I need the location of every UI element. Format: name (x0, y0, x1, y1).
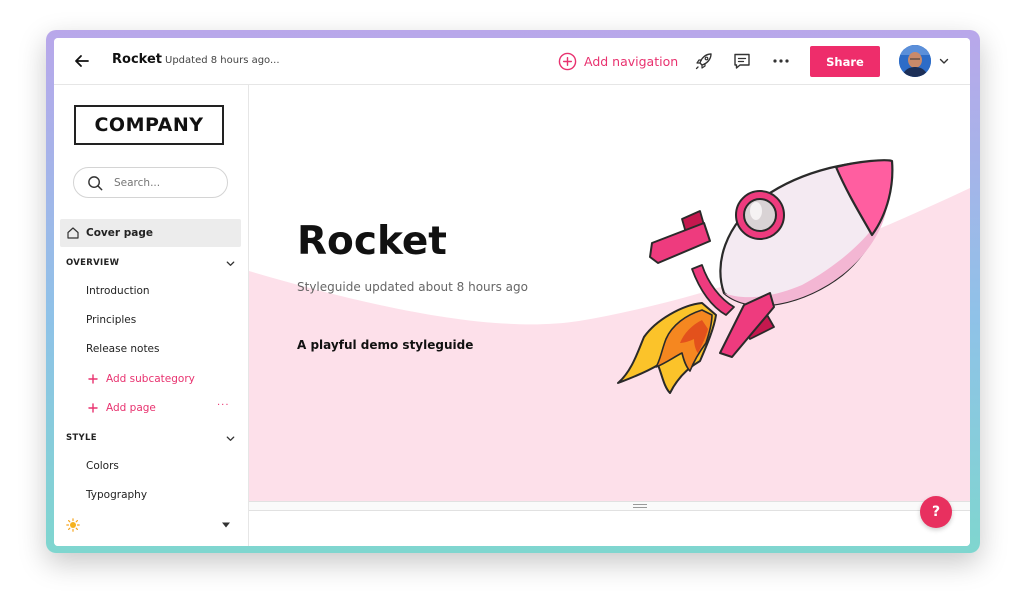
comment-icon[interactable] (732, 51, 752, 71)
theme-caret-down-icon[interactable] (221, 521, 231, 529)
section-overview-label: OVERVIEW (66, 258, 120, 268)
hero-subtitle: Styleguide updated about 8 hours ago (297, 280, 528, 294)
more-options-icon[interactable] (771, 51, 791, 71)
company-logo[interactable]: COMPANY (74, 105, 224, 145)
sidebar-item-introduction[interactable]: Introduction (86, 285, 150, 297)
user-avatar[interactable] (899, 45, 931, 77)
plus-icon (88, 403, 98, 413)
help-button[interactable]: ? (920, 496, 952, 528)
section-style-label: STYLE (66, 433, 97, 443)
sidebar-item-principles[interactable]: Principles (86, 314, 136, 326)
top-bar: Rocket Updated 8 hours ago... Add naviga… (54, 38, 970, 85)
search-box[interactable] (73, 167, 228, 198)
search-input[interactable] (114, 174, 214, 191)
sun-icon[interactable] (66, 518, 80, 532)
search-icon (88, 176, 103, 191)
main-content: Rocket Styleguide updated about 8 hours … (249, 85, 970, 546)
chevron-down-icon[interactable] (225, 258, 236, 269)
drag-handle-icon[interactable] (633, 504, 647, 508)
cover-page-label: Cover page (86, 227, 153, 239)
cover-hero: Rocket Styleguide updated about 8 hours … (249, 85, 970, 501)
app-window: Rocket Updated 8 hours ago... Add naviga… (54, 38, 970, 546)
sidebar: COMPANY Cover page OVERVIEW Introduction… (54, 85, 249, 546)
avatar-image (899, 45, 931, 77)
hero-title: Rocket (297, 219, 447, 264)
share-button[interactable]: Share (810, 46, 880, 77)
chevron-down-icon[interactable] (225, 433, 236, 444)
doc-title: Rocket (112, 52, 162, 67)
resize-divider[interactable] (249, 501, 970, 511)
sidebar-item-release-notes[interactable]: Release notes (86, 343, 160, 355)
rocket-icon[interactable] (694, 51, 714, 71)
add-subcategory-button[interactable]: Add subcategory (88, 373, 195, 385)
add-page-more-icon[interactable]: ··· (217, 400, 230, 411)
sidebar-item-typography[interactable]: Typography (86, 489, 147, 501)
section-overview[interactable]: OVERVIEW (66, 258, 236, 268)
sidebar-item-colors[interactable]: Colors (86, 460, 119, 472)
account-chevron-down-icon[interactable] (938, 55, 950, 67)
back-arrow-icon[interactable] (72, 51, 92, 71)
plus-circle-icon (558, 52, 577, 70)
add-page-button[interactable]: Add page (88, 402, 156, 414)
updated-status: Updated 8 hours ago... (165, 55, 280, 66)
home-icon (67, 227, 79, 239)
plus-icon (88, 374, 98, 384)
add-subcategory-label: Add subcategory (106, 373, 195, 385)
add-page-label: Add page (106, 402, 156, 414)
sidebar-item-cover-page[interactable]: Cover page (60, 219, 241, 247)
add-navigation-label: Add navigation (584, 53, 679, 69)
hero-tagline: A playful demo styleguide (297, 338, 474, 352)
section-style[interactable]: STYLE (66, 433, 236, 443)
add-navigation-button[interactable]: Add navigation (558, 50, 678, 72)
rocket-illustration (617, 159, 894, 394)
